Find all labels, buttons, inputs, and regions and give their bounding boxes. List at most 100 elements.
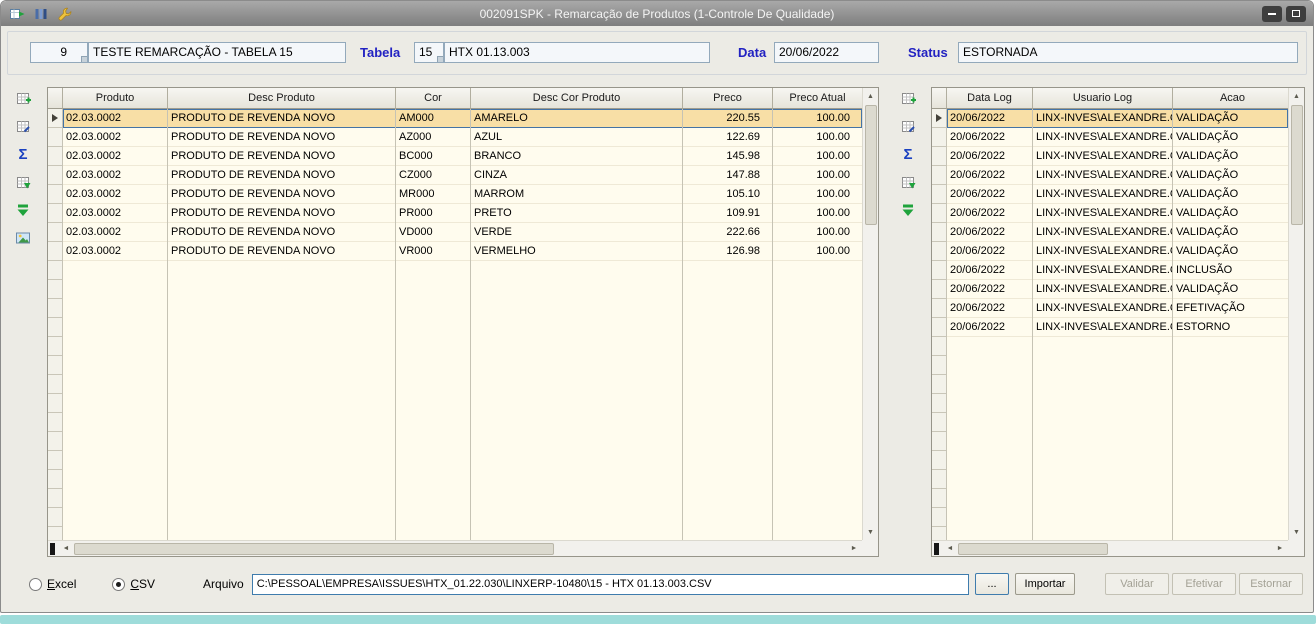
- table-cell[interactable]: 145.98: [683, 147, 773, 166]
- arquivo-input[interactable]: [251, 573, 969, 595]
- efetivar-button[interactable]: Efetivar: [1172, 573, 1236, 595]
- table-cell[interactable]: LINX-INVES\ALEXANDRE.C: [1033, 128, 1173, 147]
- table-cell[interactable]: VALIDAÇÃO: [1173, 166, 1288, 185]
- table-cell[interactable]: PRETO: [471, 204, 683, 223]
- minimize-button[interactable]: [1262, 5, 1282, 22]
- data-field[interactable]: 20/06/2022: [774, 42, 879, 63]
- table-cell[interactable]: VALIDAÇÃO: [1173, 185, 1288, 204]
- table-cell[interactable]: LINX-INVES\ALEXANDRE.C: [1033, 166, 1173, 185]
- column-header[interactable]: Cor: [396, 88, 471, 109]
- table-cell[interactable]: BC000: [396, 147, 471, 166]
- table-row[interactable]: 02.03.0002 PRODUTO DE REVENDA NOVO BC000 BR…: [63, 147, 862, 166]
- table-cell[interactable]: AZUL: [471, 128, 683, 147]
- download-icon[interactable]: [899, 201, 917, 219]
- table-row[interactable]: 20/06/2022 LINX-INVES\ALEXANDRE.C VALIDAÇÃ…: [947, 242, 1288, 261]
- table-cell[interactable]: LINX-INVES\ALEXANDRE.C: [1033, 185, 1173, 204]
- table-row[interactable]: 20/06/2022 LINX-INVES\ALEXANDRE.C EFETIVAÇ…: [947, 299, 1288, 318]
- csv-radio-group[interactable]: CSV: [112, 577, 155, 591]
- table-cell[interactable]: 100.00: [773, 147, 862, 166]
- sum-icon[interactable]: Σ: [14, 145, 32, 163]
- table-row[interactable]: 20/06/2022 LINX-INVES\ALEXANDRE.C VALIDAÇÃ…: [947, 109, 1288, 128]
- table-cell[interactable]: VALIDAÇÃO: [1173, 242, 1288, 261]
- column-header[interactable]: Preco: [683, 88, 773, 109]
- browse-button[interactable]: ...: [975, 573, 1009, 595]
- table-cell[interactable]: 147.88: [683, 166, 773, 185]
- table-row[interactable]: 20/06/2022 LINX-INVES\ALEXANDRE.C VALIDAÇÃ…: [947, 147, 1288, 166]
- grid-edit-icon[interactable]: [899, 117, 917, 135]
- horizontal-scrollbar[interactable]: ◄ ►: [48, 540, 862, 556]
- table-cell[interactable]: LINX-INVES\ALEXANDRE.C: [1033, 147, 1173, 166]
- excel-radio-group[interactable]: Excel: [29, 577, 76, 591]
- table-cell[interactable]: 20/06/2022: [947, 166, 1033, 185]
- table-cell[interactable]: 20/06/2022: [947, 204, 1033, 223]
- table-row[interactable]: 20/06/2022 LINX-INVES\ALEXANDRE.C VALIDAÇÃ…: [947, 128, 1288, 147]
- table-cell[interactable]: 122.69: [683, 128, 773, 147]
- table-row[interactable]: 02.03.0002 PRODUTO DE REVENDA NOVO VD000 VE…: [63, 223, 862, 242]
- table-cell[interactable]: MARROM: [471, 185, 683, 204]
- validar-button[interactable]: Validar: [1105, 573, 1169, 595]
- table-cell[interactable]: 20/06/2022: [947, 280, 1033, 299]
- table-cell[interactable]: AM000: [396, 109, 471, 128]
- table-cell[interactable]: VALIDAÇÃO: [1173, 204, 1288, 223]
- column-header[interactable]: Usuario Log: [1033, 88, 1173, 109]
- table-row[interactable]: 20/06/2022 LINX-INVES\ALEXANDRE.C VALIDAÇÃ…: [947, 280, 1288, 299]
- table-cell[interactable]: ESTORNO: [1173, 318, 1288, 337]
- table-row[interactable]: 02.03.0002 PRODUTO DE REVENDA NOVO AM000 AM…: [63, 109, 862, 128]
- table-cell[interactable]: 222.66: [683, 223, 773, 242]
- table-cell[interactable]: MR000: [396, 185, 471, 204]
- column-header[interactable]: Desc Cor Produto: [471, 88, 683, 109]
- column-header[interactable]: Produto: [63, 88, 168, 109]
- table-cell[interactable]: VALIDAÇÃO: [1173, 128, 1288, 147]
- scroll-left-icon[interactable]: ◄: [942, 541, 958, 557]
- table-row[interactable]: 20/06/2022 LINX-INVES\ALEXANDRE.C ESTORNO: [947, 318, 1288, 337]
- scrollbar-thumb[interactable]: [74, 542, 554, 555]
- status-field[interactable]: ESTORNADA: [958, 42, 1298, 63]
- table-cell[interactable]: VR000: [396, 242, 471, 261]
- row-indicator-column[interactable]: [48, 109, 63, 540]
- titlebar[interactable]: 002091SPK - Remarcação de Produtos (1-Co…: [1, 1, 1313, 26]
- table-cell[interactable]: 02.03.0002: [63, 128, 168, 147]
- table-cell[interactable]: 20/06/2022: [947, 261, 1033, 280]
- table-cell[interactable]: 100.00: [773, 109, 862, 128]
- table-cell[interactable]: VALIDAÇÃO: [1173, 109, 1288, 128]
- table-row[interactable]: 02.03.0002 PRODUTO DE REVENDA NOVO MR000 MA…: [63, 185, 862, 204]
- table-row[interactable]: 20/06/2022 LINX-INVES\ALEXANDRE.C INCLUSÃO: [947, 261, 1288, 280]
- image-icon[interactable]: [14, 229, 32, 247]
- scroll-right-icon[interactable]: ►: [1272, 541, 1288, 557]
- scroll-right-icon[interactable]: ►: [846, 541, 862, 557]
- table-cell[interactable]: 20/06/2022: [947, 128, 1033, 147]
- table-cell[interactable]: LINX-INVES\ALEXANDRE.C: [1033, 242, 1173, 261]
- grid-insert-icon[interactable]: [899, 89, 917, 107]
- table-cell[interactable]: LINX-INVES\ALEXANDRE.C: [1033, 109, 1173, 128]
- table-cell[interactable]: 02.03.0002: [63, 223, 168, 242]
- table-cell[interactable]: PRODUTO DE REVENDA NOVO: [168, 242, 396, 261]
- scroll-up-icon[interactable]: ▲: [863, 88, 879, 104]
- excel-radio[interactable]: [29, 577, 42, 591]
- table-cell[interactable]: 20/06/2022: [947, 147, 1033, 166]
- estornar-button[interactable]: Estornar: [1239, 573, 1303, 595]
- importar-button[interactable]: Importar: [1015, 573, 1075, 595]
- table-row[interactable]: 02.03.0002 PRODUTO DE REVENDA NOVO VR000 VE…: [63, 242, 862, 261]
- scrollbar-thumb[interactable]: [864, 105, 877, 225]
- scroll-down-icon[interactable]: ▼: [1289, 524, 1305, 540]
- table-cell[interactable]: VALIDAÇÃO: [1173, 223, 1288, 242]
- table-row[interactable]: 20/06/2022 LINX-INVES\ALEXANDRE.C VALIDAÇÃ…: [947, 166, 1288, 185]
- table-cell[interactable]: PR000: [396, 204, 471, 223]
- table-cell[interactable]: BRANCO: [471, 147, 683, 166]
- column-header[interactable]: Data Log: [947, 88, 1033, 109]
- table-cell[interactable]: 20/06/2022: [947, 242, 1033, 261]
- scroll-left-icon[interactable]: ◄: [58, 541, 74, 557]
- table-cell[interactable]: LINX-INVES\ALEXANDRE.C: [1033, 204, 1173, 223]
- table-cell[interactable]: VALIDAÇÃO: [1173, 147, 1288, 166]
- table-cell[interactable]: 100.00: [773, 128, 862, 147]
- scroll-up-icon[interactable]: ▲: [1289, 88, 1305, 104]
- table-cell[interactable]: 20/06/2022: [947, 318, 1033, 337]
- table-cell[interactable]: 20/06/2022: [947, 185, 1033, 204]
- column-header[interactable]: Acao: [1173, 88, 1293, 109]
- table-cell[interactable]: LINX-INVES\ALEXANDRE.C: [1033, 299, 1173, 318]
- table-cell[interactable]: 02.03.0002: [63, 204, 168, 223]
- column-header[interactable]: Preco Atual: [773, 88, 863, 109]
- table-cell[interactable]: LINX-INVES\ALEXANDRE.C: [1033, 318, 1173, 337]
- grid-edit-icon[interactable]: [14, 117, 32, 135]
- row-indicator-column[interactable]: [932, 109, 947, 540]
